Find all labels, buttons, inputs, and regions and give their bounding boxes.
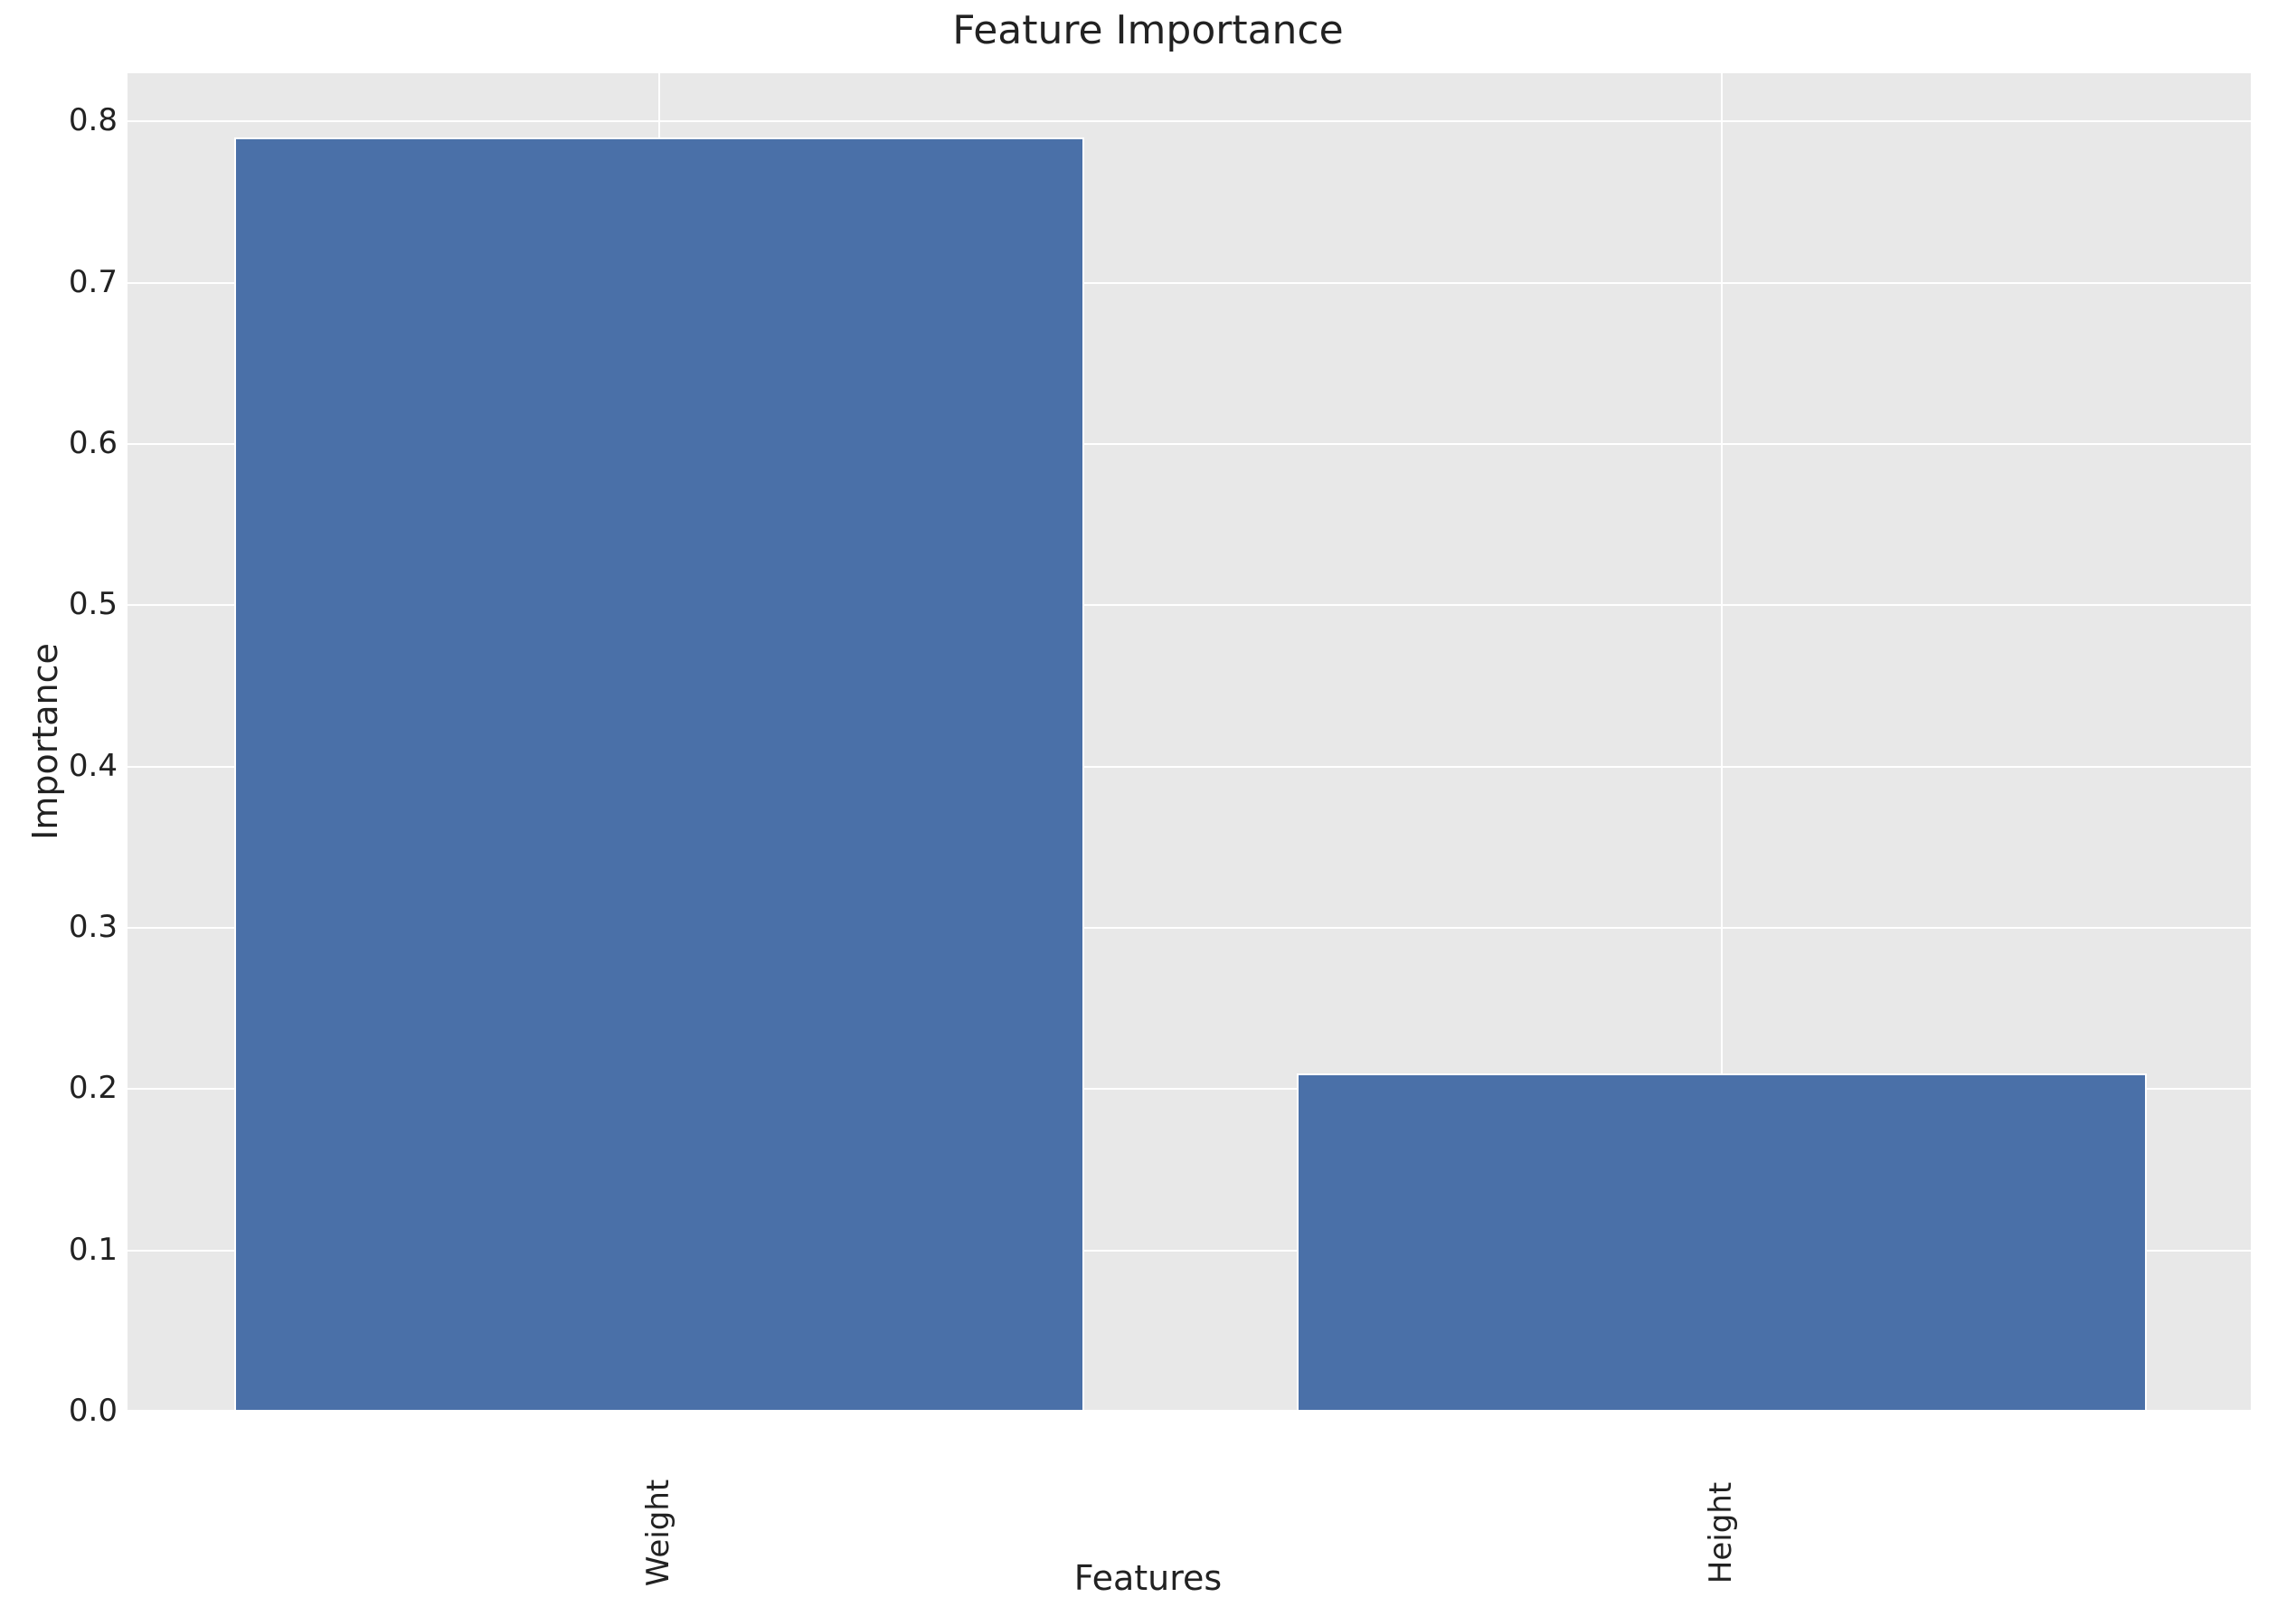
y-axis-label-wrap: Importance bbox=[27, 72, 63, 1411]
gridline-h bbox=[128, 120, 2251, 122]
bar-height bbox=[1297, 1073, 2147, 1412]
y-axis-label: Importance bbox=[25, 643, 65, 840]
plot-area bbox=[127, 72, 2252, 1411]
x-axis-label: Features bbox=[0, 1558, 2296, 1598]
chart-title: Feature Importance bbox=[0, 7, 2296, 53]
bar-weight bbox=[234, 137, 1084, 1412]
chart-figure: Feature Importance 0.00.10.20.30.40.50.6… bbox=[0, 0, 2296, 1607]
